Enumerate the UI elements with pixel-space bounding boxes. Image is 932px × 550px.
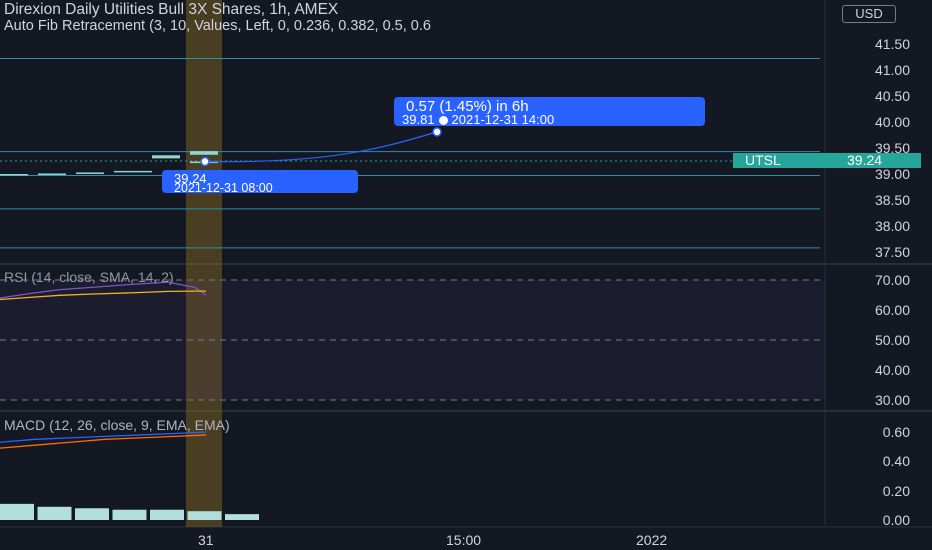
rsi-legend[interactable]: RSI (14, close, SMA, 14, 2): [4, 269, 174, 285]
symbol-label: UTSL: [745, 152, 781, 168]
chart-title: Direxion Daily Utilities Bull 3X Shares,…: [4, 1, 339, 18]
crosshair-time: 2021-12-31 08:00: [174, 181, 273, 195]
rsi-axis-label: 40.00: [874, 362, 910, 378]
price-candle: [76, 172, 104, 174]
price-candle: [190, 151, 218, 155]
macd-legend[interactable]: MACD (12, 26, close, 9, EMA, EMA): [4, 417, 230, 433]
projection-target: 39.81 2021-12-31 14:00: [402, 112, 554, 127]
price-axis-label: 38.50: [874, 192, 910, 208]
projection-target-time: 2021-12-31 14:00: [451, 112, 555, 127]
macd-axis-label: 0.20: [882, 482, 910, 499]
symbol-price: 39.24: [847, 152, 883, 168]
price-axis-label: 41.50: [874, 36, 910, 52]
price-axis-label: 40.50: [874, 88, 910, 104]
rsi-axis-label: 30.00: [874, 392, 910, 408]
currency-button[interactable]: USD: [842, 5, 896, 23]
projection-start-point[interactable]: [200, 156, 210, 167]
price-axis-label: 40.00: [874, 114, 910, 130]
macd-histogram-bar: [0, 503, 34, 520]
projection-target-price: 39.81: [402, 112, 435, 127]
price-axis-label: 41.00: [874, 62, 910, 78]
macd-histogram-bar: [150, 509, 184, 520]
price-axis-label: 37.50: [874, 244, 910, 260]
price-candle: [152, 155, 180, 159]
time-axis-label: 31: [198, 532, 214, 548]
macd-line: [0, 431, 207, 443]
fib-indicator-legend[interactable]: Auto Fib Retracement (3, 10, Values, Lef…: [4, 18, 822, 34]
macd-histogram-bar: [75, 508, 109, 520]
projection-curve[interactable]: [204, 131, 438, 163]
time-axis-label: 15:00: [446, 532, 482, 548]
macd-histogram-bar: [225, 514, 259, 520]
clock-icon: [438, 116, 448, 125]
price-candle: [0, 174, 28, 176]
rsi-axis-label: 60.00: [874, 302, 910, 318]
price-axis-label: 39.00: [874, 166, 910, 182]
macd-histogram-bar: [37, 506, 72, 520]
fib-levels: [0, 58, 820, 249]
rsi-axis-label: 70.00: [874, 272, 910, 288]
symbol-price-tag: UTSL 39.24: [733, 153, 921, 168]
macd-histogram-bar: [187, 511, 222, 520]
time-axis-label: 2022: [636, 532, 668, 548]
projection-end-point[interactable]: [432, 127, 442, 137]
rsi-axis-label: 50.00: [874, 332, 910, 348]
price-candle: [114, 170, 152, 173]
macd-axis-label: 0.40: [882, 453, 910, 470]
projection: [200, 127, 442, 167]
price-candle: [38, 173, 66, 175]
macd-axis-label: 0.00: [882, 512, 910, 528]
macd-histogram-bar: [112, 509, 147, 520]
price-axis-label: 38.00: [874, 218, 910, 234]
projection-callout[interactable]: 0.57 (1.45%) in 6h 39.81 2021-12-31 14:00: [394, 97, 705, 127]
highlight-column: [186, 0, 222, 527]
macd-axis-label: 0.60: [882, 424, 910, 440]
crosshair-price-tag: 39.24 2021-12-31 08:00: [162, 170, 358, 195]
